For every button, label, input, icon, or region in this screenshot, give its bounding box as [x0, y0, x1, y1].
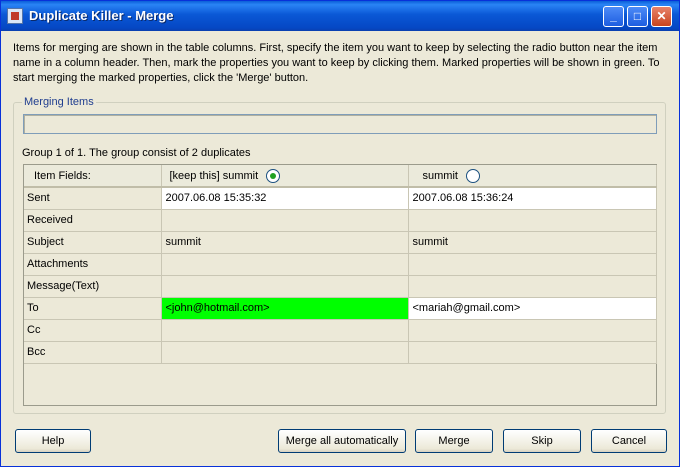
keep-radio-button[interactable] [266, 168, 281, 183]
merge-window: Duplicate Killer - Merge _ □ ✕ Items for… [0, 0, 680, 467]
field-value-cell[interactable]: 2007.06.08 15:36:24 [408, 187, 657, 210]
table-row: Subject summit summit [24, 231, 657, 254]
field-value-cell[interactable]: 2007.06.08 15:35:32 [161, 187, 409, 210]
field-value-cell[interactable] [408, 275, 657, 298]
table-row: To <john@hotmail.com> <mariah@gmail.com> [24, 297, 657, 320]
field-value-cell-marked[interactable]: <john@hotmail.com> [161, 297, 409, 320]
field-name: Bcc [24, 341, 162, 364]
skip-button[interactable]: Skip [503, 429, 581, 453]
field-name: Attachments [24, 253, 162, 276]
maximize-button[interactable]: □ [627, 6, 648, 27]
keep-radio-button[interactable] [465, 168, 480, 183]
field-name: To [24, 297, 162, 320]
column-header-keep[interactable]: [keep this] summit [161, 165, 409, 188]
title-bar[interactable]: Duplicate Killer - Merge _ □ ✕ [1, 1, 679, 31]
field-value-cell[interactable] [408, 209, 657, 232]
table-row: Message(Text) [24, 275, 657, 298]
field-value-cell[interactable] [161, 253, 409, 276]
window-title: Duplicate Killer - Merge [29, 8, 174, 23]
instructions-text: Items for merging are shown in the table… [13, 42, 660, 84]
close-button[interactable]: ✕ [651, 6, 672, 27]
field-name: Subject [24, 231, 162, 254]
field-value-cell[interactable]: <mariah@gmail.com> [408, 297, 657, 320]
grid-header-row: Item Fields: [keep this] summit summit [24, 165, 657, 188]
field-value-cell[interactable] [408, 319, 657, 342]
field-name: Sent [24, 187, 162, 210]
table-row: Received [24, 209, 657, 232]
field-value-cell[interactable] [408, 253, 657, 276]
merging-items-legend: Merging Items [22, 96, 96, 108]
table-row: Sent 2007.06.08 15:35:32 2007.06.08 15:3… [24, 187, 657, 210]
merge-all-automatically-button[interactable]: Merge all automatically [278, 429, 406, 453]
table-row: Bcc [24, 341, 657, 364]
merge-button[interactable]: Merge [415, 429, 493, 453]
field-name: Cc [24, 319, 162, 342]
field-value-cell[interactable] [161, 275, 409, 298]
cancel-button[interactable]: Cancel [591, 429, 667, 453]
field-value-cell[interactable] [408, 341, 657, 364]
field-name: Received [24, 209, 162, 232]
field-value-cell[interactable] [161, 319, 409, 342]
table-row: Cc [24, 319, 657, 342]
minimize-button[interactable]: _ [603, 6, 624, 27]
column-header-duplicate[interactable]: summit [408, 165, 657, 188]
field-name: Message(Text) [24, 275, 162, 298]
help-button[interactable]: Help [15, 429, 91, 453]
item-fields-header: Item Fields: [24, 165, 162, 188]
field-value-cell[interactable] [161, 341, 409, 364]
column-header-label: summit [422, 169, 458, 182]
field-value-cell[interactable] [161, 209, 409, 232]
merging-items-group: Merging Items Group 1 of 1. The group co… [13, 96, 666, 414]
field-value-cell[interactable]: summit [161, 231, 409, 254]
app-icon [7, 8, 23, 24]
table-row: Attachments [24, 253, 657, 276]
field-value-cell[interactable]: summit [408, 231, 657, 254]
group-info-text: Group 1 of 1. The group consist of 2 dup… [22, 147, 251, 159]
column-header-label: [keep this] summit [169, 169, 259, 182]
merge-grid: Item Fields: [keep this] summit summit S… [23, 164, 657, 406]
progress-bar [23, 114, 657, 134]
